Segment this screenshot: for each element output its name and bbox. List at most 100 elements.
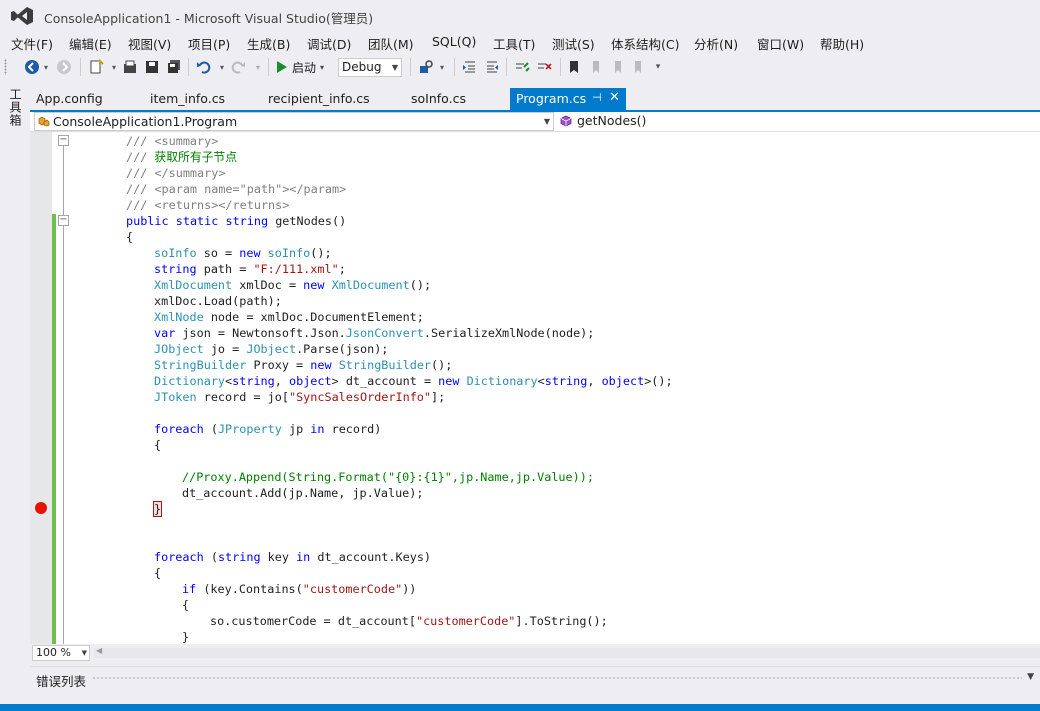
start-debugging-button[interactable]: 启动 ▾ [276,57,324,77]
code-line: } [152,501,163,517]
toolbar-separator [80,58,81,76]
increase-indent-icon[interactable] [482,57,502,77]
menu-analyze[interactable]: 分析(N) [694,34,738,53]
menu-tools[interactable]: 工具(T) [493,34,535,53]
code-line: string path = "F:/111.xml"; [154,262,346,276]
horizontal-scrollbar[interactable]: ◀ [94,646,1040,658]
menu-edit[interactable]: 编辑(E) [69,34,112,53]
code-line: JToken record = jo["SyncSalesOrderInfo"]… [154,390,446,404]
code-line: } [182,630,190,644]
start-label: 启动 [292,60,317,75]
pin-icon[interactable]: ⊣ [592,91,602,104]
document-tab-strip: App.config item_info.cs recipient_info.c… [30,88,1040,110]
code-line: /// <summary> [126,134,219,148]
decrease-indent-icon[interactable] [460,57,480,77]
next-bookmark-icon[interactable] [608,57,628,77]
toolbar-separator [506,58,507,76]
close-icon[interactable]: ✕ [609,90,620,105]
tab-program[interactable]: Program.cs ⊣ ✕ [510,88,626,110]
type-dropdown[interactable]: ConsoleApplication1.Program ▼ [34,112,554,131]
toolbar-separator [410,58,411,76]
find-dropdown-icon[interactable]: ▾ [432,57,452,77]
tab-item-info[interactable]: item_info.cs [144,88,231,110]
zoom-select[interactable]: 100 % ▼ [32,645,90,661]
previous-bookmark-icon[interactable] [586,57,606,77]
navigate-forward-icon[interactable] [54,57,74,77]
code-line: public static string getNodes() [126,214,347,228]
code-line: JObject jo = JObject.Parse(json); [154,342,389,356]
navigation-bar: ConsoleApplication1.Program ▼ getNodes() [30,112,1040,132]
redo-dropdown-icon[interactable]: ▾ [248,57,268,77]
code-editor[interactable]: − − /// <summary> /// 获取所有子节点 /// </summ… [30,132,1040,644]
menu-team[interactable]: 团队(M) [368,34,414,53]
menu-architecture[interactable]: 体系结构(C) [611,34,679,53]
error-list-title[interactable]: 错误列表 [36,671,86,690]
save-icon[interactable] [142,57,162,77]
scroll-left-icon[interactable]: ◀ [96,646,102,655]
code-line: { [182,598,190,612]
open-file-icon[interactable] [120,57,140,77]
title-bar: ConsoleApplication1 - Microsoft Visual S… [0,0,1040,32]
code-line: Dictionary<string, object> dt_account = … [154,374,673,388]
toolbar-separator [188,58,189,76]
menu-debug[interactable]: 调试(D) [307,34,351,53]
menu-sql[interactable]: SQL(Q) [432,34,476,49]
left-dock-rail: 工具箱 [0,84,30,692]
code-line: { [126,230,134,244]
back-dropdown-icon[interactable]: ▾ [36,57,56,77]
chevron-down-icon: ▼ [391,63,398,72]
tab-recipient-info[interactable]: recipient_info.cs [262,88,376,110]
visual-studio-logo-icon [11,7,33,25]
toolbox-tab[interactable]: 工具箱 [6,88,24,127]
panel-grip[interactable] [92,676,1022,681]
save-all-icon[interactable] [164,57,184,77]
code-line: soInfo so = new soInfo(); [154,246,332,260]
chevron-down-icon: ▼ [543,117,550,126]
menu-project[interactable]: 项目(P) [188,34,230,53]
comment-lines-icon[interactable] [512,57,532,77]
code-line: StringBuilder Proxy = new StringBuilder(… [154,358,453,372]
tab-app-config[interactable]: App.config [30,88,109,110]
matched-brace: } [152,501,163,517]
bookmark-icon[interactable] [564,57,584,77]
chevron-down-icon: ▼ [81,649,87,657]
type-dropdown-value: ConsoleApplication1.Program [53,114,238,129]
clear-bookmarks-icon[interactable] [628,57,648,77]
chevron-down-icon[interactable]: ▼ [1027,672,1034,682]
toolbar-separator [268,58,269,76]
code-line: foreach (string key in dt_account.Keys) [154,550,432,564]
toolbar-separator [454,58,455,76]
code-line: { [154,566,162,580]
menu-build[interactable]: 生成(B) [247,34,290,53]
redo-icon[interactable] [228,57,248,77]
error-list-panel: 错误列表 ▼ [30,666,1040,690]
undo-icon[interactable] [194,57,214,77]
solution-configuration-select[interactable]: Debug ▼ [338,58,402,77]
code-line: //Proxy.Append(String.Format("{0}:{1}",j… [182,470,594,484]
menu-window[interactable]: 窗口(W) [757,34,804,53]
menu-bar: 文件(F) 编辑(E) 视图(V) 项目(P) 生成(B) 调试(D) 团队(M) SQL(Q… [0,32,1040,52]
breakpoint-icon[interactable] [35,502,47,514]
code-line: dt_account.Add(jp.Name, jp.Value); [182,486,424,500]
member-dropdown[interactable]: getNodes() [557,112,1040,131]
menu-view[interactable]: 视图(V) [128,34,171,53]
code-line: xmlDoc.Load(path); [154,294,282,308]
play-icon [277,61,287,73]
tab-soinfo[interactable]: soInfo.cs [405,88,472,110]
toolbar-overflow-icon[interactable]: ▾ [648,57,668,77]
class-icon [38,116,50,127]
code-line: { [154,438,162,452]
code-line: /// <param name="path"></param> [126,182,347,196]
menu-test[interactable]: 测试(S) [552,34,595,53]
collapse-method-toggle[interactable]: − [58,215,69,226]
uncomment-lines-icon[interactable] [534,57,554,77]
menu-file[interactable]: 文件(F) [11,34,53,53]
indicator-margin[interactable] [30,132,52,644]
window-title: ConsoleApplication1 - Microsoft Visual S… [44,11,374,26]
code-line: so.customerCode = dt_account["customerCo… [210,614,608,628]
start-dropdown-icon[interactable]: ▾ [320,63,324,72]
toolbar-grip[interactable] [4,59,7,75]
new-project-icon[interactable] [86,57,106,77]
collapse-summary-toggle[interactable]: − [58,135,69,146]
menu-help[interactable]: 帮助(H) [820,34,864,53]
